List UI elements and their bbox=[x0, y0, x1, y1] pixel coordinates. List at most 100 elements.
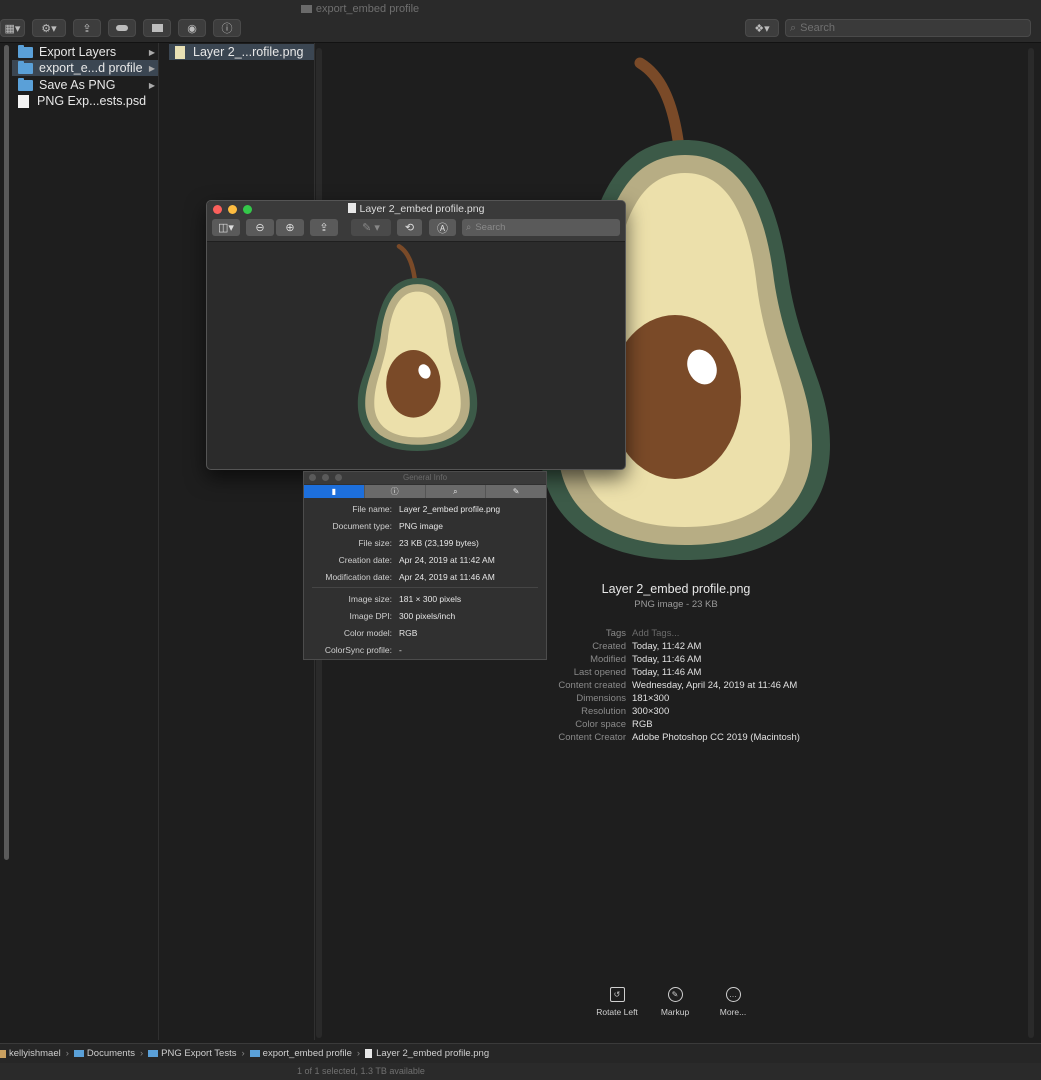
disclosure-arrow-icon: ▶ bbox=[148, 80, 155, 90]
markup-toolbar-button[interactable]: ✎ ▾ bbox=[351, 219, 391, 236]
info-panel-title: General Info bbox=[402, 473, 448, 482]
window-title: export_embed profile bbox=[0, 3, 720, 15]
search-input[interactable]: ⌕ Search bbox=[785, 19, 1031, 37]
rotate-button[interactable]: ⟲ bbox=[397, 219, 422, 236]
share-button[interactable]: ⇪ bbox=[73, 19, 101, 37]
markup-button[interactable]: ✎ Markup bbox=[645, 987, 705, 1017]
rotate-left-icon: ↺ bbox=[609, 987, 625, 1002]
disclosure-arrow-icon: ▶ bbox=[148, 47, 155, 57]
info-row: Color model: RGB bbox=[343, 628, 418, 638]
home-icon bbox=[0, 1049, 6, 1058]
info-row: Image size: 181 × 300 pixels bbox=[348, 594, 462, 604]
psd-file-icon bbox=[18, 94, 29, 108]
grid-icon: ▦▾ bbox=[4, 22, 21, 35]
zoom-in-icon: ⊕ bbox=[285, 222, 295, 234]
metadata-row: Content created Wednesday, April 24, 2019… bbox=[558, 680, 798, 691]
breadcrumb-item[interactable]: export_embed profile › bbox=[249, 1048, 360, 1059]
breadcrumb-item[interactable]: Layer 2_embed profile.png bbox=[365, 1048, 489, 1059]
list-item[interactable]: Save As PNG ▶ bbox=[12, 77, 158, 93]
status-bar: 1 of 1 selected, 1.3 TB available bbox=[0, 1063, 1041, 1080]
metadata-row: Color space RGB bbox=[575, 719, 653, 730]
zoom-out-icon: ⊖ bbox=[255, 222, 265, 234]
quick-look-button[interactable]: ◉ bbox=[178, 19, 206, 37]
list-item[interactable]: Export Layers ▶ bbox=[12, 44, 158, 60]
disclosure-arrow-icon: ▶ bbox=[148, 63, 155, 73]
tab-annotations[interactable]: ✎ bbox=[485, 485, 546, 498]
metadata-row: Last opened Today, 11:46 AM bbox=[573, 667, 702, 678]
zoom-out-button[interactable]: ⊖ bbox=[246, 219, 274, 236]
tab-more-info[interactable]: ⓘ bbox=[363, 485, 425, 498]
share-icon: ⇪ bbox=[82, 22, 92, 35]
preview-search-input[interactable]: ⌕ Search bbox=[462, 219, 620, 236]
view-mode-button[interactable]: ▦▾ bbox=[0, 19, 25, 37]
breadcrumb-item[interactable]: kellyishmael › bbox=[0, 1048, 69, 1059]
action-button[interactable]: ⚙▾ bbox=[32, 19, 66, 37]
breadcrumb-item[interactable]: PNG Export Tests › bbox=[148, 1048, 245, 1059]
share-button[interactable]: ⇪ bbox=[310, 219, 338, 236]
annotate-button[interactable]: Ⓐ bbox=[429, 219, 456, 236]
document-icon: ▮ bbox=[331, 487, 337, 496]
pen-icon: ✎ ▾ bbox=[362, 222, 380, 234]
info-icon: ⓘ bbox=[221, 23, 233, 35]
preview-scrollbar[interactable] bbox=[1028, 48, 1034, 1038]
info-icon: ⓘ bbox=[390, 487, 399, 496]
tab-keywords[interactable]: ⌕ bbox=[424, 485, 486, 498]
new-folder-button[interactable] bbox=[143, 19, 171, 37]
tags-button[interactable] bbox=[108, 19, 136, 37]
sidebar-toggle-button[interactable]: ◫▾ bbox=[212, 219, 240, 236]
path-bar: kellyishmael › Documents › PNG Export Test… bbox=[0, 1043, 1041, 1063]
metadata-row: Resolution 300×300 bbox=[581, 706, 670, 717]
dropbox-button[interactable]: ❖▾ bbox=[745, 19, 779, 37]
folder-icon bbox=[300, 5, 312, 13]
tab-general[interactable]: ▮ bbox=[304, 485, 364, 498]
info-row: Image DPI: 300 pixels/inch bbox=[349, 611, 456, 621]
document-icon bbox=[347, 203, 356, 213]
metadata-row: Content Creator Adobe Photoshop CC 2019 (… bbox=[558, 732, 800, 743]
info-row: ColorSync profile: - bbox=[324, 645, 402, 655]
folder-icon bbox=[151, 24, 163, 32]
tag-icon bbox=[116, 25, 128, 31]
breadcrumb-item[interactable]: Documents › bbox=[73, 1048, 143, 1059]
finder-toolbar: export_embed profile ▦▾ ⚙▾ ⇪ ◉ ⓘ ❖▾ ⌕ Sea… bbox=[0, 0, 1041, 43]
folder-icon bbox=[18, 77, 33, 91]
folder-icon bbox=[249, 1050, 260, 1057]
rotate-icon: ⟲ bbox=[404, 222, 415, 234]
document-icon bbox=[365, 1049, 373, 1058]
list-item[interactable]: PNG Exp...ests.psd bbox=[12, 93, 158, 109]
avocado-pit bbox=[609, 315, 741, 479]
rotate-left-button[interactable]: ↺ Rotate Left bbox=[587, 987, 647, 1017]
eye-icon: ◉ bbox=[187, 22, 197, 35]
info-row: File name: Layer 2_embed profile.png bbox=[352, 504, 501, 514]
info-row: Document type: PNG image bbox=[332, 521, 443, 531]
folder-icon bbox=[73, 1050, 84, 1057]
sidebar-icon: ◫▾ bbox=[218, 222, 234, 234]
add-tags-field[interactable]: Add Tags... bbox=[632, 628, 679, 639]
metadata-row: Dimensions 181×300 bbox=[576, 693, 670, 704]
chevron-right-icon: › bbox=[65, 1048, 69, 1059]
info-row: File size: 23 KB (23,199 bytes) bbox=[358, 538, 479, 548]
search-icon: ⌕ bbox=[466, 222, 472, 233]
list-item[interactable]: export_e...d profile ▶ bbox=[12, 60, 158, 76]
finder-column-2: Layer 2_...rofile.png bbox=[159, 43, 315, 1040]
get-info-button[interactable]: ⓘ bbox=[213, 19, 241, 37]
general-info-panel: General Info ▮ ⓘ ⌕ ✎ File name: Layer 2_e… bbox=[303, 471, 547, 660]
stem bbox=[634, 57, 684, 146]
divider bbox=[312, 587, 538, 588]
folder-icon bbox=[18, 44, 33, 58]
preview-titlebar: Layer 2_embed profile.png ◫▾ ⊖ ⊕ ⇪ ✎ ▾ ⟲… bbox=[207, 201, 625, 242]
gear-icon: ⚙▾ bbox=[41, 22, 57, 35]
info-row: Modification date: Apr 24, 2019 at 11:46 … bbox=[325, 572, 495, 582]
preview-avocado-image bbox=[357, 244, 478, 451]
zoom-in-button[interactable]: ⊕ bbox=[276, 219, 304, 236]
png-file-icon bbox=[175, 45, 185, 59]
status-text: 1 of 1 selected, 1.3 TB available bbox=[297, 1066, 425, 1076]
list-item[interactable]: Layer 2_...rofile.png bbox=[169, 44, 314, 60]
chevron-right-icon: › bbox=[241, 1048, 245, 1059]
magnifier-icon: ⌕ bbox=[453, 487, 458, 496]
more-button[interactable]: … More... bbox=[703, 987, 763, 1017]
info-tabs: ▮ ⓘ ⌕ ✎ bbox=[304, 485, 546, 498]
pencil-icon: ✎ bbox=[512, 487, 520, 496]
search-icon: ⌕ bbox=[790, 21, 797, 34]
folder-icon bbox=[148, 1050, 159, 1057]
folder-icon bbox=[18, 60, 33, 74]
